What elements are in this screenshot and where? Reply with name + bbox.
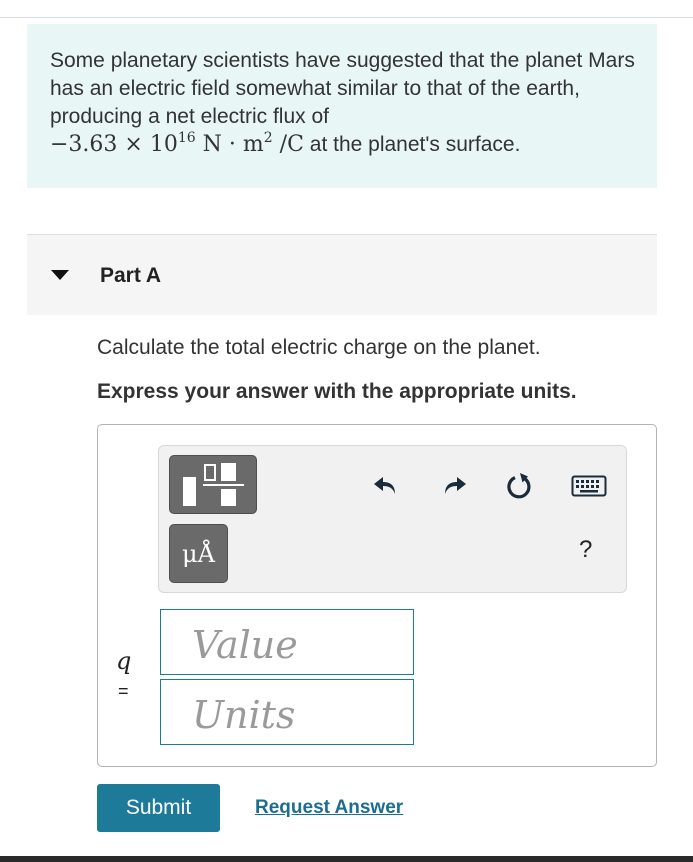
instruction-text: Express your answer with the appropriate… <box>97 380 577 403</box>
submit-button[interactable]: Submit <box>97 784 220 832</box>
math-toolbar: μÅ ? <box>158 445 627 593</box>
value-input[interactable] <box>160 609 414 675</box>
flux-value: −3.63 × 1016 N · m2 /C <box>50 130 304 157</box>
units-button[interactable]: μÅ <box>169 524 228 583</box>
problem-statement: Some planetary scientists have suggested… <box>27 24 657 188</box>
redo-button[interactable] <box>436 468 472 504</box>
flux-exponent: 16 <box>177 130 196 146</box>
flux-coefficient: −3.63 × 10 <box>50 132 178 157</box>
keyboard-button[interactable] <box>569 468 609 504</box>
problem-text: Some planetary scientists have suggested… <box>50 49 635 128</box>
bottom-bar <box>0 856 693 862</box>
keyboard-icon <box>571 475 607 497</box>
part-header[interactable]: Part A <box>27 234 657 315</box>
fraction-template-icon <box>183 463 244 506</box>
reset-icon <box>507 473 531 499</box>
variable-label: q <box>116 647 132 675</box>
question-text: Calculate the total electric charge on t… <box>97 336 541 359</box>
help-button[interactable]: ? <box>579 536 592 564</box>
collapse-caret-icon[interactable] <box>51 270 69 280</box>
undo-button[interactable] <box>368 468 404 504</box>
part-title: Part A <box>100 264 162 287</box>
fraction-template-button[interactable] <box>169 455 257 514</box>
undo-icon <box>374 477 395 494</box>
top-divider <box>0 17 693 18</box>
redo-icon <box>445 477 466 494</box>
answer-box: μÅ ? q = Value Units <box>97 424 657 767</box>
flux-units-tail: /C <box>272 132 304 157</box>
units-input[interactable] <box>160 679 414 745</box>
flux-units-power: 2 <box>263 130 273 146</box>
equals-sign: = <box>118 681 129 701</box>
reset-button[interactable] <box>502 468 538 504</box>
problem-suffix: at the planet's surface. <box>303 133 521 156</box>
flux-units: N · m <box>195 132 264 157</box>
request-answer-link[interactable]: Request Answer <box>255 797 403 819</box>
